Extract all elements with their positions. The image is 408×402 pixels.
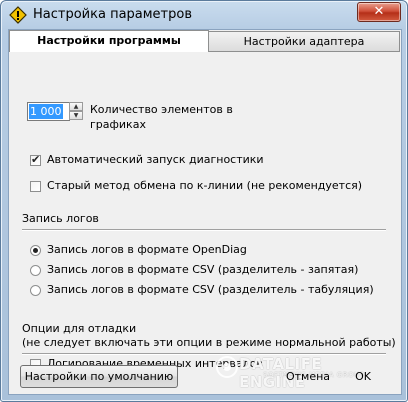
close-button[interactable]: ✕ xyxy=(357,2,401,22)
graph-elements-stepper[interactable]: 1 000 ▲ ▼ xyxy=(27,102,83,121)
radio-selected-dot xyxy=(33,248,38,253)
graph-elements-input[interactable] xyxy=(27,102,70,121)
cancel-button[interactable]: Отмена xyxy=(283,365,333,388)
debug-group-title: Опции для отладки xyxy=(22,322,137,335)
close-icon: ✕ xyxy=(373,4,385,19)
tab-label: Настройки программы xyxy=(37,34,181,47)
logging-group-title: Запись логов xyxy=(22,212,99,225)
defaults-button[interactable]: Настройки по умолчанию xyxy=(20,365,178,388)
graph-elements-label-line2: графиках xyxy=(90,118,146,131)
graph-elements-label-line1: Количество элементов в xyxy=(90,103,233,116)
auto-diagnostics-checkbox[interactable]: ✔ xyxy=(30,153,41,166)
dialog-client-area: Настройки программы Настройки адаптера 1… xyxy=(8,29,402,395)
auto-diagnostics-label[interactable]: Автоматический запуск диагностики xyxy=(47,153,264,166)
debug-separator xyxy=(22,353,386,355)
tab-program-settings[interactable]: Настройки программы xyxy=(9,30,209,52)
tab-adapter-settings[interactable]: Настройки адаптера xyxy=(208,31,400,51)
log-opendiag-label[interactable]: Запись логов в формате OpenDiag xyxy=(47,243,247,256)
tab-panel-program: 1 000 ▲ ▼ Количество элементов в графика… xyxy=(10,51,400,394)
stepper-up-button[interactable]: ▲ xyxy=(69,102,83,111)
checkmark-icon: ✔ xyxy=(31,153,41,166)
logging-separator xyxy=(22,229,386,231)
log-csv-comma-label[interactable]: Запись логов в формате CSV (разделитель … xyxy=(47,263,358,276)
log-csv-comma-radio[interactable] xyxy=(30,265,41,276)
stepper-down-button[interactable]: ▼ xyxy=(69,111,83,120)
log-csv-tab-radio[interactable] xyxy=(30,285,41,296)
log-opendiag-radio[interactable] xyxy=(30,245,41,256)
settings-window: Настройка параметров ✕ Настройки програм… xyxy=(0,0,408,402)
window-title: Настройка параметров xyxy=(33,7,192,22)
title-bar[interactable]: Настройка параметров ✕ xyxy=(1,1,407,29)
ok-button[interactable]: OK xyxy=(339,365,387,388)
log-csv-tab-label[interactable]: Запись логов в формате CSV (разделитель … xyxy=(47,283,374,296)
tab-label: Настройки адаптера xyxy=(243,35,365,48)
old-kline-checkbox[interactable] xyxy=(30,181,41,192)
app-icon xyxy=(9,6,27,24)
old-kline-label[interactable]: Старый метод обмена по к-линии (не реком… xyxy=(47,179,362,192)
debug-group-subtitle: (не следует включать эти опции в режиме … xyxy=(22,336,396,349)
